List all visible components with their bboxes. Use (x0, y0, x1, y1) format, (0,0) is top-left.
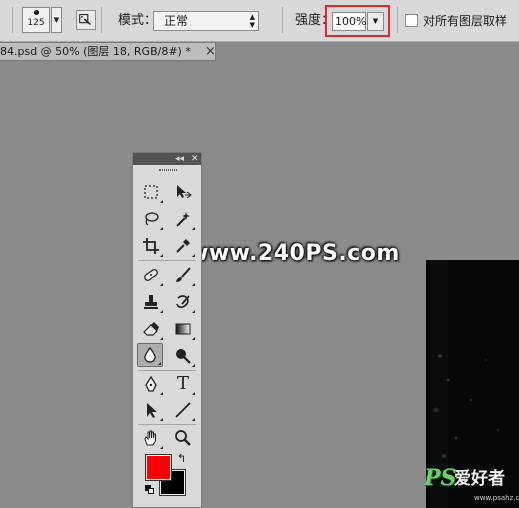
tools-panel-header[interactable]: ◂◂ ✕ (133, 153, 201, 165)
dodge-tool[interactable] (170, 344, 196, 368)
magic-wand-icon (176, 212, 190, 227)
document-tab-bar: 84.psd @ 50% (图层 18, RGB/8#) * × (0, 42, 519, 61)
eraser-tool[interactable] (138, 317, 164, 341)
eraser-icon (143, 322, 159, 336)
document-tab[interactable]: 84.psd @ 50% (图层 18, RGB/8#) * × (0, 42, 216, 61)
brush-panel-toggle-button[interactable] (76, 10, 96, 30)
brush-picker-dropdown-arrow[interactable]: ▼ (51, 7, 62, 33)
swap-colors-icon[interactable]: ↰ (177, 453, 186, 465)
brush-tool[interactable] (170, 263, 196, 287)
bandage-icon (144, 269, 158, 281)
separator (397, 7, 398, 33)
stamp-icon (144, 295, 158, 309)
mode-label: 模式： (118, 13, 158, 28)
strength-slider-dropdown[interactable]: ▼ (367, 12, 384, 31)
collapse-panel-icon[interactable]: ◂◂ (175, 153, 184, 165)
logo-url-text: www.psahz.com (474, 494, 519, 502)
history-brush-tool[interactable] (170, 290, 196, 314)
options-bar: 125 ▼ 模式： 正常 ▲ ▼ 强度： 100% ▼ 对所有图层取样 (0, 0, 519, 42)
brush-preset-picker[interactable]: 125 (22, 7, 50, 33)
gradient-tool[interactable] (170, 317, 196, 341)
type-tool[interactable]: T (170, 372, 196, 396)
site-logo: PS 爱好者 www.psahz.com (424, 464, 519, 508)
brush-tip-icon (33, 10, 39, 15)
logo-ps-text: PS (424, 465, 457, 491)
logo-name-text: 爱好者 (454, 469, 505, 489)
sample-all-layers-label: 对所有图层取样 (423, 14, 508, 28)
site-watermark-text: www.240PS.com (188, 241, 400, 266)
magic-wand-tool[interactable] (170, 207, 196, 231)
blur-tool[interactable] (137, 343, 163, 367)
lasso-icon (145, 212, 159, 226)
separator (12, 7, 13, 33)
crop-tool[interactable] (138, 234, 164, 258)
move-arrow-icon (177, 185, 192, 199)
line-icon (175, 402, 191, 418)
brush-size-value: 125 (27, 18, 45, 28)
eyedropper-tool[interactable] (170, 234, 196, 258)
foreground-color-swatch[interactable] (145, 454, 172, 481)
tools-divider (138, 370, 196, 371)
move-tool[interactable] (170, 180, 196, 204)
tools-divider (138, 260, 196, 261)
close-tab-icon[interactable]: × (205, 44, 216, 59)
document-tab-title: 84.psd @ 50% (图层 18, RGB/8#) * (0, 45, 191, 58)
hand-icon (144, 430, 156, 446)
water-drop-icon (144, 346, 156, 363)
clone-stamp-tool[interactable] (138, 290, 164, 314)
line-tool[interactable] (170, 398, 196, 422)
panel-grip[interactable] (159, 169, 177, 171)
history-brush-icon (176, 295, 190, 308)
marquee-icon (144, 185, 158, 199)
rectangular-marquee-tool[interactable] (138, 180, 164, 204)
crop-icon (143, 238, 159, 254)
updown-arrows-icon: ▲ ▼ (249, 13, 255, 29)
tools-panel: ◂◂ ✕ T ↰ (132, 152, 202, 508)
gradient-icon (175, 323, 191, 335)
brush-panel-icon (79, 14, 91, 26)
close-panel-icon[interactable]: ✕ (191, 153, 199, 165)
tools-divider (138, 424, 196, 425)
hand-tool[interactable] (138, 426, 164, 450)
pen-icon (145, 375, 157, 392)
dodge-icon (176, 349, 191, 364)
sample-all-layers-checkbox[interactable] (405, 14, 418, 27)
brush-icon (176, 267, 191, 282)
path-selection-tool[interactable] (138, 398, 164, 422)
separator (282, 7, 283, 33)
strength-input[interactable]: 100% (332, 12, 366, 31)
type-tool-icon: T (176, 373, 189, 394)
default-colors-icon[interactable] (145, 485, 155, 495)
eyedropper-icon (176, 239, 190, 253)
mode-select-value: 正常 (164, 14, 189, 28)
separator (101, 7, 102, 33)
zoom-tool[interactable] (170, 426, 196, 450)
magnifier-icon (175, 430, 191, 446)
mode-select[interactable]: 正常 ▲ ▼ (153, 11, 259, 31)
spot-healing-brush-tool[interactable] (138, 263, 164, 287)
path-selection-arrow-icon (147, 403, 157, 418)
lasso-tool[interactable] (138, 207, 164, 231)
pen-tool[interactable] (138, 372, 164, 396)
